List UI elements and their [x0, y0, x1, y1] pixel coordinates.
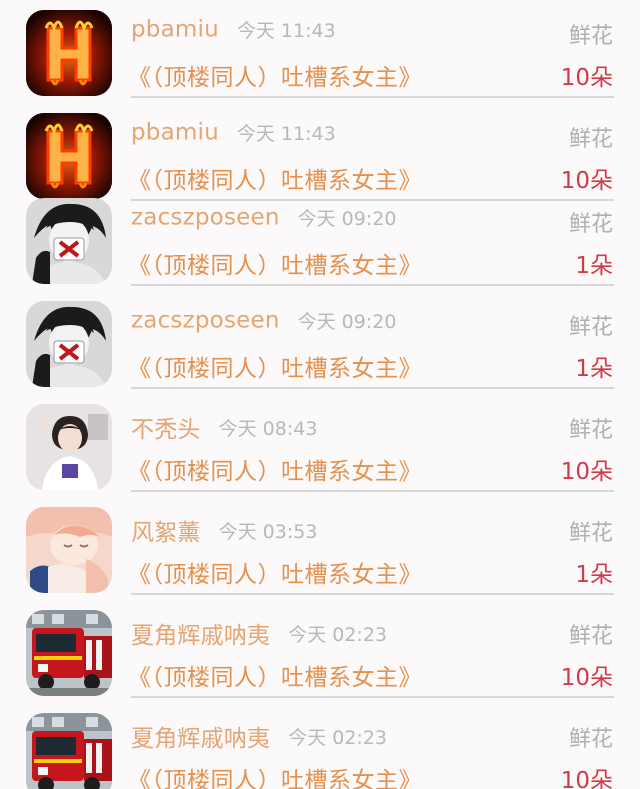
flower-count: 10朵	[560, 459, 613, 485]
row-header: zacszposeen 今天 09:20	[131, 307, 396, 341]
row-header: 不秃头 今天 08:43	[131, 410, 317, 444]
row-header: 风絮薰 今天 03:53	[131, 513, 317, 547]
flower-count: 1朵	[575, 562, 613, 588]
username[interactable]: zacszposeen	[131, 308, 280, 334]
timestamp: 今天 11:43	[236, 20, 336, 42]
anime-sleeping-icon	[26, 507, 112, 593]
flower-count: 10朵	[560, 665, 613, 691]
gift-record-row[interactable]: zacszposeen 今天 09:20 鲜花 《（顶楼同人）吐槽系女主》 1朵	[0, 188, 640, 291]
row-divider	[131, 284, 614, 286]
username[interactable]: 不秃头	[131, 417, 201, 443]
username[interactable]: pbamiu	[131, 120, 219, 146]
user-avatar[interactable]	[26, 113, 112, 199]
gift-type: 鲜花	[568, 727, 613, 752]
gift-record-row[interactable]: 风絮薰 今天 03:53 鲜花 《（顶楼同人）吐槽系女主》 1朵	[0, 497, 640, 600]
book-title-link[interactable]: 《（顶楼同人）吐槽系女主》	[128, 555, 422, 589]
fire-truck-icon	[26, 610, 112, 696]
book-title-link[interactable]: 《（顶楼同人）吐槽系女主》	[128, 58, 422, 92]
user-avatar[interactable]	[26, 507, 112, 593]
gift-type: 鲜花	[568, 212, 613, 237]
row-header: 夏角辉戚呐夷 今天 02:23	[131, 719, 387, 753]
flower-count: 1朵	[575, 253, 613, 279]
book-title-link[interactable]: 《（顶楼同人）吐槽系女主》	[128, 658, 422, 692]
gift-type: 鲜花	[568, 127, 613, 152]
flower-count: 10朵	[560, 768, 613, 789]
user-avatar[interactable]	[26, 713, 112, 789]
user-avatar[interactable]	[26, 10, 112, 96]
flower-count: 1朵	[575, 356, 613, 382]
user-avatar[interactable]	[26, 404, 112, 490]
gift-record-row[interactable]: 夏角辉戚呐夷 今天 02:23 鲜花 《（顶楼同人）吐槽系女主》 10朵	[0, 703, 640, 789]
gift-record-row[interactable]: pbamiu 今天 11:43 鲜花 《（顶楼同人）吐槽系女主》 10朵	[0, 0, 640, 103]
timestamp: 今天 11:43	[236, 123, 336, 145]
username[interactable]: zacszposeen	[131, 205, 280, 231]
fire-truck-icon	[26, 713, 112, 789]
book-title-link[interactable]: 《（顶楼同人）吐槽系女主》	[128, 761, 422, 789]
username[interactable]: pbamiu	[131, 17, 219, 43]
row-divider	[131, 696, 614, 698]
gift-type: 鲜花	[568, 521, 613, 546]
gift-record-row[interactable]: zacszposeen 今天 09:20 鲜花 《（顶楼同人）吐槽系女主》 1朵	[0, 291, 640, 394]
book-title-link[interactable]: 《（顶楼同人）吐槽系女主》	[128, 246, 422, 280]
username[interactable]: 夏角辉戚呐夷	[131, 623, 270, 649]
row-divider	[131, 490, 614, 492]
username[interactable]: 夏角辉戚呐夷	[131, 726, 270, 752]
anime-girl-mask-icon	[26, 198, 112, 284]
row-header: zacszposeen 今天 09:20	[131, 204, 396, 238]
anime-girl-mask-icon	[26, 301, 112, 387]
gift-type: 鲜花	[568, 24, 613, 49]
gift-record-row[interactable]: 夏角辉戚呐夷 今天 02:23 鲜花 《（顶楼同人）吐槽系女主》 10朵	[0, 600, 640, 703]
user-avatar[interactable]	[26, 198, 112, 284]
gift-type: 鲜花	[568, 418, 613, 443]
flower-gift-list: pbamiu 今天 11:43 鲜花 《（顶楼同人）吐槽系女主》 10朵 pbam…	[0, 0, 640, 789]
row-header: 夏角辉戚呐夷 今天 02:23	[131, 616, 387, 650]
row-divider	[131, 593, 614, 595]
timestamp: 今天 09:20	[297, 208, 397, 230]
book-title-link[interactable]: 《（顶楼同人）吐槽系女主》	[128, 349, 422, 383]
timestamp: 今天 03:53	[218, 520, 318, 543]
user-avatar[interactable]	[26, 301, 112, 387]
fire-h-icon	[26, 113, 112, 199]
username[interactable]: 风絮薰	[131, 520, 201, 546]
gift-type: 鲜花	[568, 315, 613, 340]
gift-record-row[interactable]: 不秃头 今天 08:43 鲜花 《（顶楼同人）吐槽系女主》 10朵	[0, 394, 640, 497]
row-header: pbamiu 今天 11:43	[131, 16, 336, 50]
gift-type: 鲜花	[568, 624, 613, 649]
book-title-link[interactable]: 《（顶楼同人）吐槽系女主》	[128, 452, 422, 486]
timestamp: 今天 02:23	[288, 623, 387, 646]
user-avatar[interactable]	[26, 610, 112, 696]
girl-photo-icon	[26, 404, 112, 490]
flower-count: 10朵	[560, 65, 613, 91]
row-divider	[131, 96, 614, 98]
timestamp: 今天 08:43	[218, 417, 318, 440]
fire-h-icon	[26, 10, 112, 96]
timestamp: 今天 09:20	[297, 311, 397, 333]
timestamp: 今天 02:23	[288, 726, 387, 749]
row-header: pbamiu 今天 11:43	[131, 119, 336, 153]
row-divider	[131, 387, 614, 389]
